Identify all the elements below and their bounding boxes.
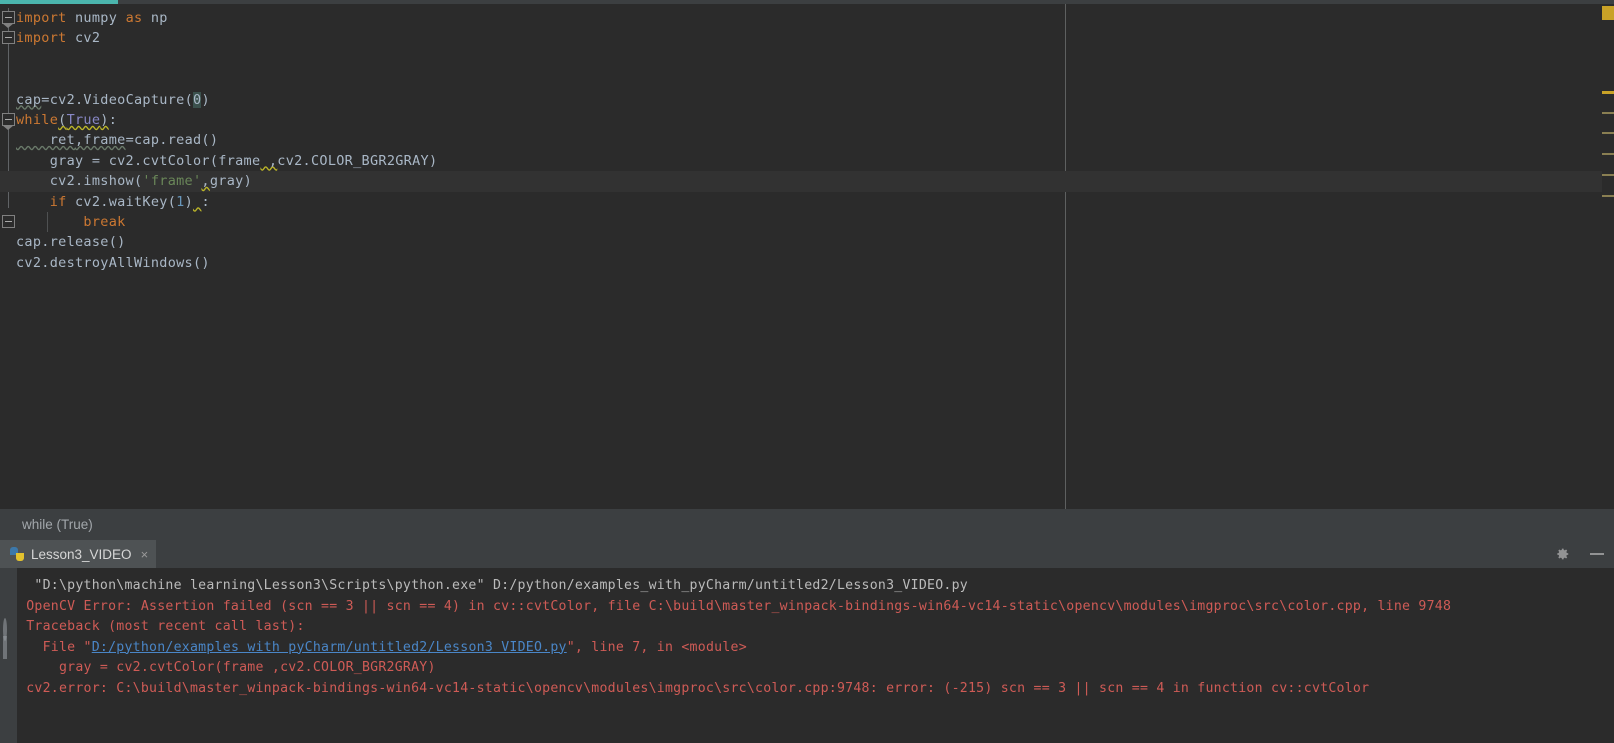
code-token: cv2.waitKey( bbox=[66, 193, 177, 210]
code-token: : bbox=[201, 193, 210, 210]
console-line: File "D:/python/examples with pyCharm/un… bbox=[0, 638, 1614, 659]
code-line[interactable]: import cv2 bbox=[0, 28, 1614, 48]
code-token: True bbox=[66, 112, 101, 128]
code-lines[interactable]: import numpy as np import cv2 cap=cv2.Vide… bbox=[0, 4, 1614, 509]
run-tab-label: Lesson3_VIDEO bbox=[31, 546, 132, 562]
run-tab-lesson3-video[interactable]: Lesson3_VIDEO × bbox=[0, 540, 157, 568]
code-line[interactable]: cv2.imshow('frame',gray) bbox=[0, 171, 1614, 192]
code-line[interactable]: gray = cv2.cvtColor(frame ,cv2.COLOR_BGR… bbox=[0, 151, 1614, 171]
minimize-icon[interactable] bbox=[1590, 546, 1606, 562]
filter-icon[interactable] bbox=[3, 714, 14, 725]
code-token: as bbox=[125, 10, 143, 26]
error-marker[interactable] bbox=[1602, 91, 1614, 94]
console-text: Traceback (most recent call last): bbox=[18, 619, 305, 634]
code-token: import bbox=[16, 10, 67, 26]
code-token: cap.release() bbox=[16, 234, 126, 251]
breadcrumb[interactable]: while (True) bbox=[0, 509, 1614, 540]
console-line: gray = cv2.cvtColor(frame ,cv2.COLOR_BGR… bbox=[0, 658, 1614, 679]
python-file-icon bbox=[10, 547, 24, 561]
warning-marker[interactable] bbox=[1602, 132, 1614, 134]
code-token: break bbox=[83, 214, 126, 230]
console-text: File " bbox=[18, 639, 92, 655]
code-token: , bbox=[260, 152, 278, 169]
warning-marker[interactable] bbox=[1602, 112, 1614, 114]
code-line[interactable]: ret,frame=cap.read() bbox=[0, 130, 1614, 150]
tool-window-buttons bbox=[1556, 540, 1606, 568]
code-token: ) bbox=[201, 91, 210, 108]
warning-marker[interactable] bbox=[1602, 174, 1614, 176]
code-token: while bbox=[16, 112, 59, 128]
close-icon[interactable]: × bbox=[141, 547, 149, 562]
scrollbar-thumb[interactable] bbox=[1602, 6, 1614, 20]
traceback-file-link[interactable]: D:/python/examples with pyCharm/untitled… bbox=[92, 640, 567, 655]
code-token: cv2.COLOR_BGR2GRAY) bbox=[277, 152, 438, 169]
editor-marker-bar[interactable] bbox=[1602, 4, 1614, 509]
gear-icon[interactable] bbox=[1556, 546, 1572, 562]
warning-marker[interactable] bbox=[1602, 195, 1614, 197]
code-token: cv2 bbox=[66, 30, 101, 47]
code-token: 'frame' bbox=[142, 173, 202, 190]
console-text: OpenCV Error: Assertion failed (scn == 3… bbox=[18, 598, 1452, 614]
code-token: gray = cv2.cvtColor(frame bbox=[16, 152, 261, 169]
code-token: ) bbox=[184, 193, 194, 210]
breadcrumb-label: while (True) bbox=[22, 517, 93, 532]
console-line: OpenCV Error: Assertion failed (scn == 3… bbox=[0, 597, 1614, 618]
run-tool-window: Lesson3_VIDEO × "D:\python\machine learn… bbox=[0, 540, 1614, 743]
run-console[interactable]: "D:\python\machine learning\Lesson3\Scri… bbox=[0, 568, 1614, 743]
code-editor[interactable]: import numpy as np import cv2 cap=cv2.Vide… bbox=[0, 4, 1614, 509]
console-line: Traceback (most recent call last): bbox=[0, 617, 1614, 638]
code-line[interactable] bbox=[0, 69, 1614, 89]
code-token: ret bbox=[16, 132, 75, 149]
code-token: 1 bbox=[176, 193, 185, 210]
code-token: ) bbox=[100, 112, 109, 128]
code-token: numpy bbox=[66, 10, 126, 26]
code-token: gray) bbox=[209, 173, 252, 190]
code-token: import bbox=[16, 30, 67, 47]
code-token: =cv2.VideoCapture( bbox=[41, 91, 193, 108]
code-line[interactable] bbox=[0, 49, 1614, 69]
code-token: cap bbox=[16, 91, 42, 108]
code-token: cv2.imshow( bbox=[16, 173, 143, 190]
code-line[interactable]: cap.release() bbox=[0, 232, 1614, 252]
code-token: , bbox=[201, 173, 210, 190]
console-text: ", line 7, in <module> bbox=[566, 639, 747, 655]
code-line[interactable]: cv2.destroyAllWindows() bbox=[0, 253, 1614, 273]
run-tab-bar: Lesson3_VIDEO × bbox=[0, 540, 1614, 568]
code-line[interactable]: while(True): bbox=[0, 110, 1614, 130]
code-token: if bbox=[49, 193, 67, 210]
code-token: : bbox=[108, 112, 118, 128]
code-line[interactable]: if cv2.waitKey(1) : bbox=[0, 192, 1614, 212]
console-text: cv2.error: C:\build\master_winpack-bindi… bbox=[18, 680, 1370, 696]
code-token: np bbox=[142, 10, 168, 26]
warning-marker[interactable] bbox=[1602, 153, 1614, 155]
indent-guide bbox=[47, 212, 48, 233]
console-text: gray = cv2.cvtColor(frame ,cv2.COLOR_BGR… bbox=[18, 660, 436, 675]
pycharm-window: import numpy as np import cv2 cap=cv2.Vide… bbox=[0, 0, 1614, 743]
code-line[interactable]: import numpy as np bbox=[0, 8, 1614, 28]
code-line[interactable]: break bbox=[0, 212, 1614, 232]
code-token: ( bbox=[58, 112, 67, 128]
console-line: cv2.error: C:\build\master_winpack-bindi… bbox=[0, 679, 1614, 700]
code-line[interactable]: cap=cv2.VideoCapture(0) bbox=[0, 90, 1614, 110]
console-text: "D:\python\machine learning\Lesson3\Scri… bbox=[18, 578, 968, 593]
code-token: =cap.read() bbox=[125, 132, 219, 149]
code-token: cv2.destroyAllWindows() bbox=[16, 254, 210, 271]
console-line: "D:\python\machine learning\Lesson3\Scri… bbox=[0, 576, 1614, 597]
code-token: ,frame bbox=[75, 132, 126, 149]
